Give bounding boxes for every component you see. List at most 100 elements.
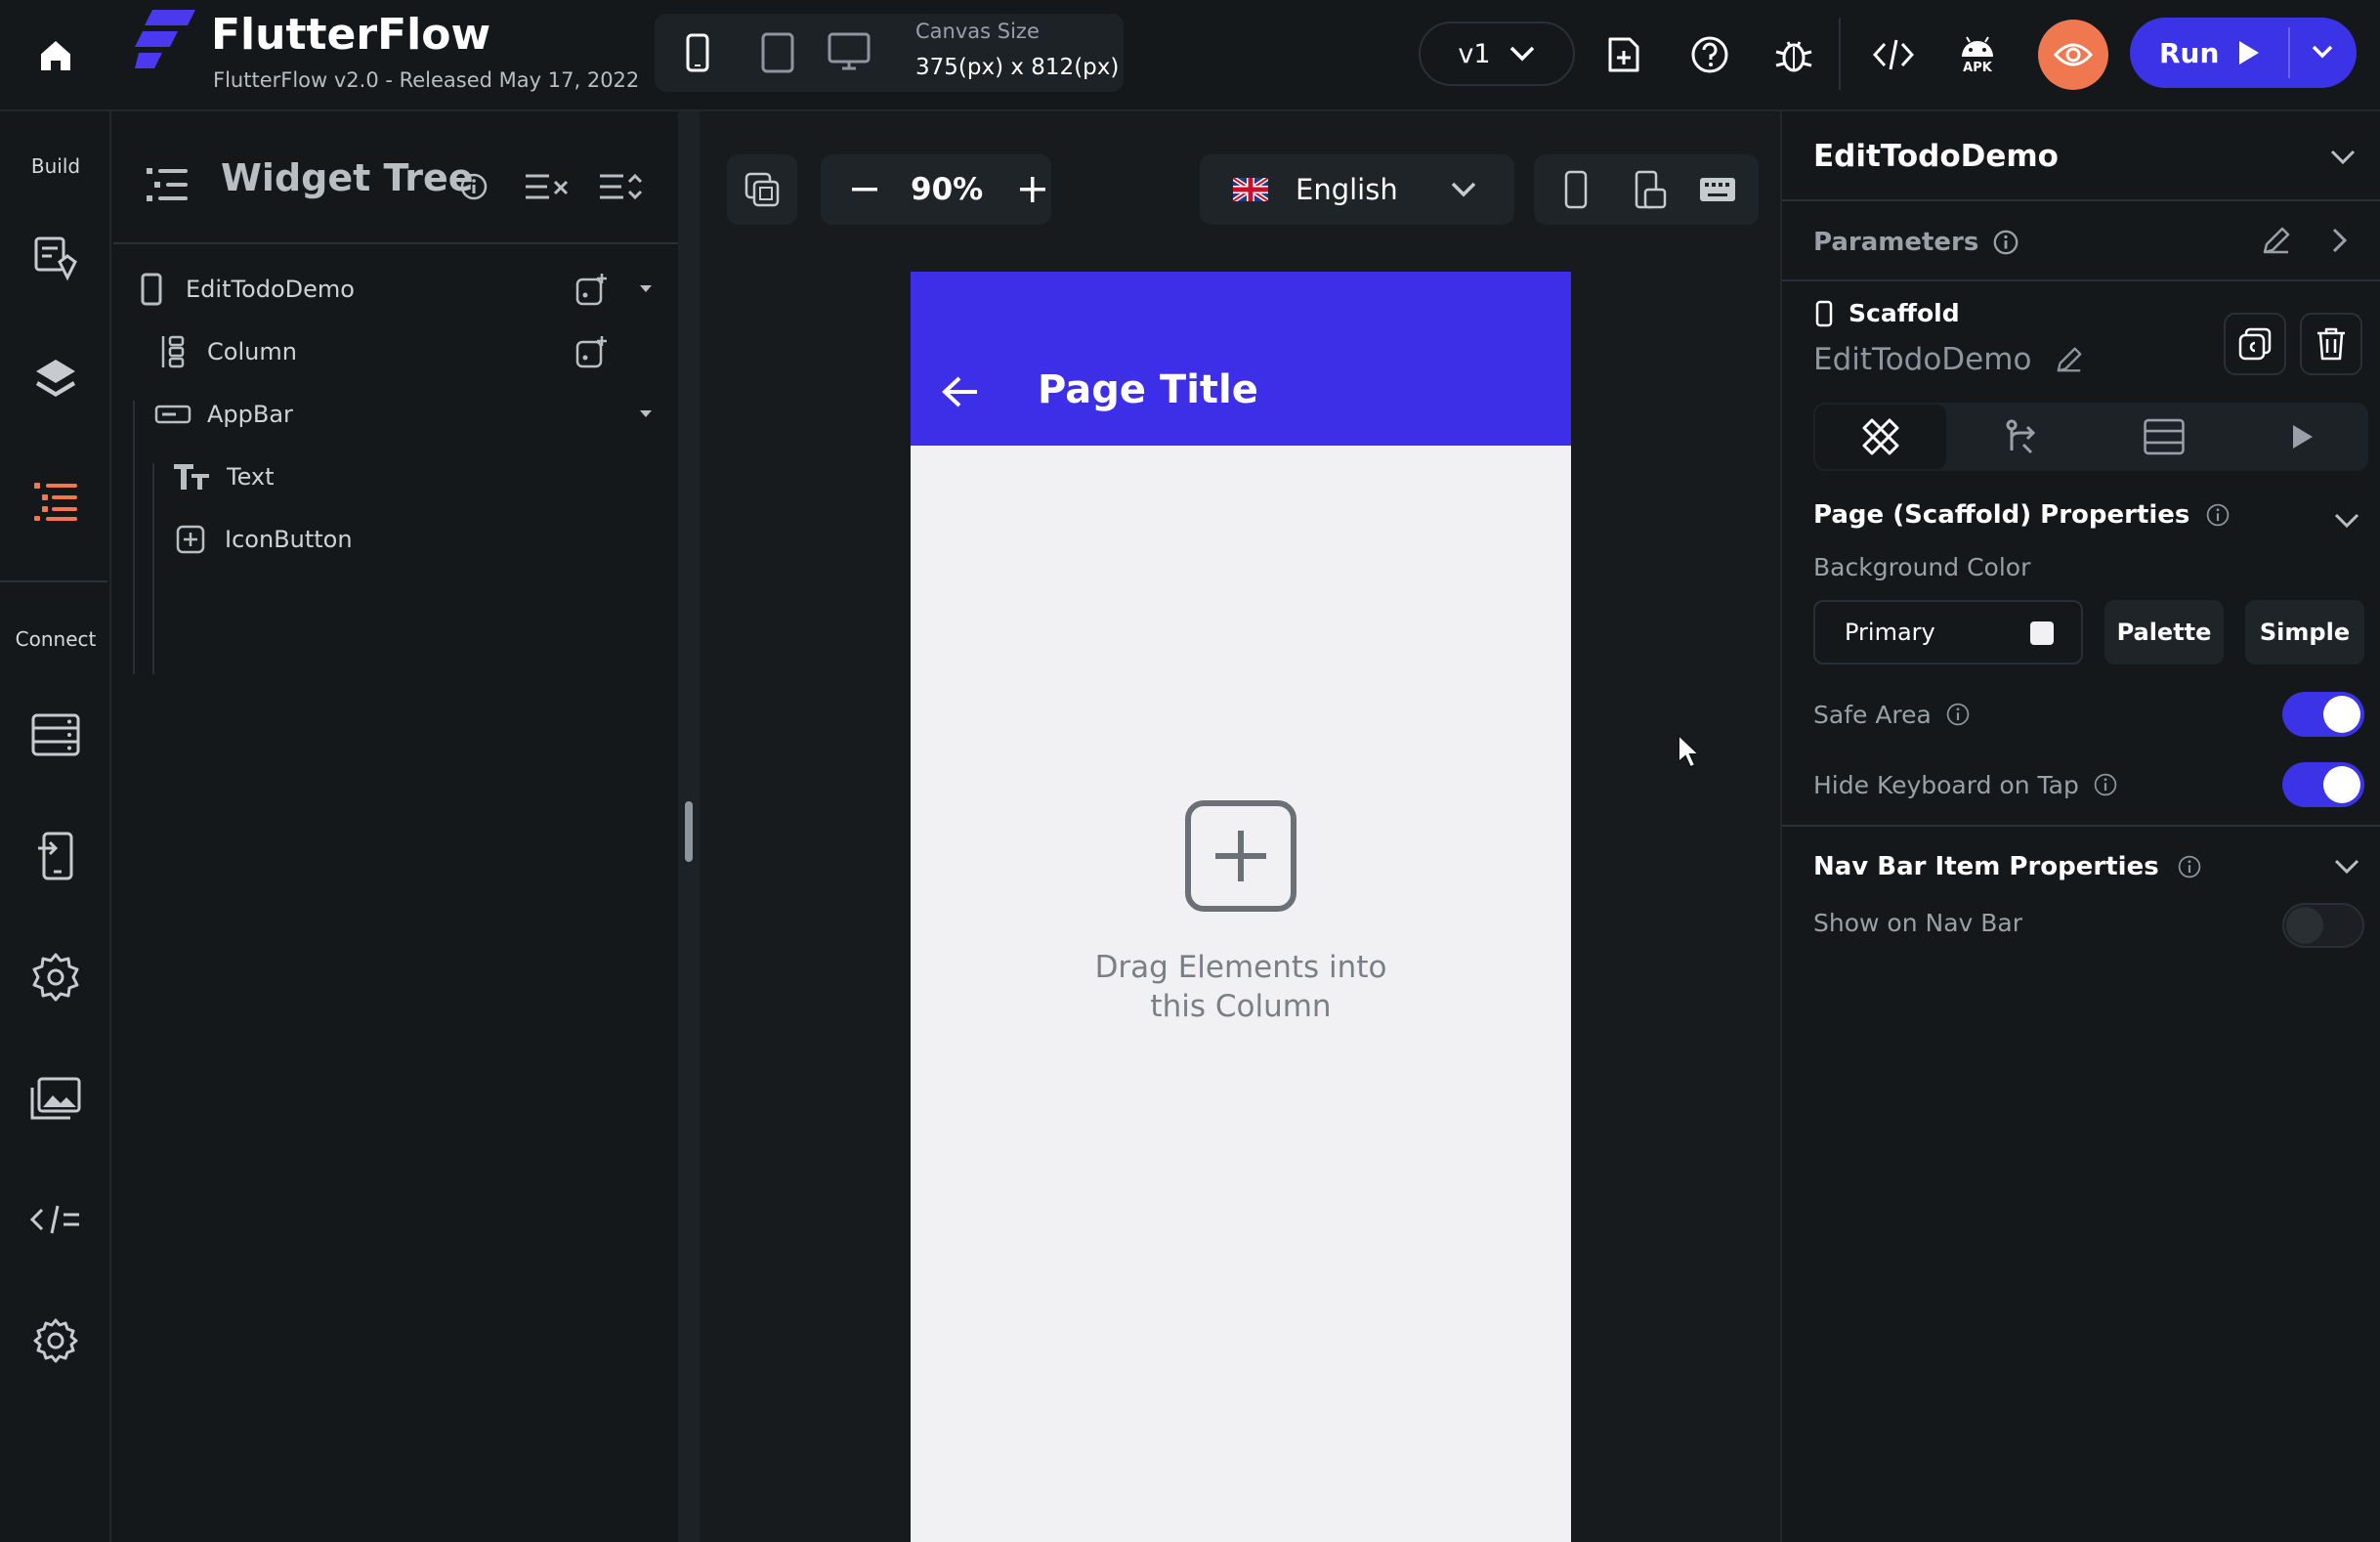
column-icon — [161, 335, 185, 368]
toggle-knob — [2323, 696, 2360, 733]
expand-all-button[interactable] — [598, 170, 643, 203]
edit-icon[interactable] — [2055, 345, 2084, 374]
info-icon[interactable] — [459, 172, 489, 201]
zoom-in-icon[interactable] — [1020, 177, 1046, 202]
version-dropdown[interactable]: v1 — [1419, 21, 1575, 86]
layers-icon — [36, 360, 75, 397]
phone-icon — [141, 273, 162, 306]
custom-code-button[interactable] — [0, 1180, 111, 1259]
add-box-icon — [1185, 800, 1296, 912]
fit-canvas-button[interactable] — [727, 154, 797, 225]
widget-type-row: Scaffold — [1815, 299, 1960, 327]
caret-down-icon[interactable] — [639, 284, 653, 294]
tree-node-label: IconButton — [225, 526, 353, 553]
duplicate-widget-button[interactable] — [2224, 313, 2286, 375]
desktop-device-icon[interactable] — [827, 31, 871, 72]
chevron-down-icon[interactable] — [2329, 149, 2357, 166]
run-button[interactable]: Run — [2130, 18, 2357, 88]
tree-node-label: Column — [207, 338, 297, 365]
language-dropdown[interactable]: English — [1200, 154, 1514, 225]
tree-node-column[interactable]: Column — [160, 321, 678, 383]
divider — [1782, 279, 2380, 281]
zoom-out-icon[interactable] — [852, 188, 877, 192]
gear-puzzle-icon — [32, 953, 79, 1002]
settings-button[interactable] — [0, 1302, 111, 1380]
tree-node-text[interactable]: Text — [174, 446, 678, 508]
tree-node-iconbutton[interactable]: IconButton — [176, 508, 678, 571]
tree-list-icon — [34, 483, 77, 521]
phone-landscape-icon[interactable] — [1634, 170, 1667, 209]
safe-area-label: Safe Area — [1813, 700, 1932, 729]
widget-type-label: Scaffold — [1849, 299, 1960, 327]
app-name: FlutterFlow — [211, 10, 491, 60]
chevron-right-icon[interactable] — [2331, 227, 2349, 254]
theme-button[interactable] — [0, 219, 111, 297]
hide-keyboard-toggle[interactable] — [2282, 762, 2364, 807]
back-arrow-icon[interactable] — [940, 375, 979, 408]
column-drop-zone[interactable]: Drag Elements into this Column — [911, 799, 1571, 1026]
add-page-button[interactable] — [1594, 25, 1653, 84]
caret-down-icon[interactable] — [639, 409, 653, 419]
delete-widget-button[interactable] — [2300, 313, 2362, 375]
show-nav-toggle[interactable] — [2282, 903, 2364, 948]
hide-keyboard-row: Hide Keyboard on Tap — [1813, 762, 2118, 807]
toggle-knob — [2323, 766, 2360, 803]
keyboard-icon[interactable] — [1698, 176, 1737, 203]
preview-button[interactable] — [2038, 20, 2108, 90]
integrations-button[interactable] — [0, 938, 111, 1016]
app-state-button[interactable] — [0, 817, 111, 895]
tab-actions[interactable] — [1958, 405, 2089, 469]
parameters-row[interactable]: Parameters — [1813, 221, 2019, 264]
tab-animations[interactable] — [2237, 405, 2368, 469]
page-name-heading: EditTodoDemo — [1813, 139, 2059, 174]
add-widget-icon[interactable] — [574, 272, 610, 307]
trash-icon — [2317, 327, 2345, 361]
tree-guide-line — [133, 401, 135, 674]
layers-button[interactable] — [0, 340, 111, 418]
divider — [1782, 825, 2380, 827]
phone-portrait-icon[interactable] — [1563, 170, 1589, 209]
phone-device-icon[interactable] — [684, 33, 711, 72]
tree-list-icon — [147, 164, 190, 205]
chevron-down-icon[interactable] — [2312, 45, 2333, 59]
collapse-all-button[interactable] — [524, 170, 569, 203]
show-nav-label: Show on Nav Bar — [1813, 909, 2023, 937]
page-properties-header[interactable]: Page (Scaffold) Properties — [1813, 500, 2231, 530]
safe-area-toggle[interactable] — [2282, 692, 2364, 737]
palette-button[interactable]: Palette — [2104, 600, 2224, 664]
page-title[interactable]: Page Title — [1038, 367, 1258, 412]
nav-bar-properties-header[interactable]: Nav Bar Item Properties — [1813, 844, 2202, 889]
safe-area-row: Safe Area — [1813, 692, 1971, 737]
panel-resize-handle[interactable] — [685, 801, 693, 862]
tab-properties[interactable] — [1815, 405, 1946, 469]
tree-guide-line — [152, 463, 154, 674]
app-version-subtitle: FlutterFlow v2.0 - Released May 17, 2022 — [213, 68, 640, 92]
widget-name-row[interactable]: EditTodoDemo — [1813, 342, 2084, 377]
simple-button[interactable]: Simple — [2245, 600, 2364, 664]
custom-code-icon — [30, 1205, 79, 1234]
tree-node-edittododemo[interactable]: EditTodoDemo — [141, 258, 678, 321]
database-icon — [2144, 418, 2185, 455]
firestore-button[interactable] — [0, 696, 111, 774]
edit-icon[interactable] — [2261, 225, 2292, 256]
download-apk-button[interactable]: APK — [1948, 25, 2007, 84]
chevron-down-icon[interactable] — [2333, 512, 2360, 530]
tablet-device-icon[interactable] — [760, 31, 795, 74]
widget-tree-button[interactable] — [0, 461, 111, 539]
home-icon — [41, 41, 70, 70]
media-assets-button[interactable] — [0, 1059, 111, 1137]
help-button[interactable] — [1680, 25, 1739, 84]
expand-list-icon — [600, 173, 643, 200]
help-icon — [1691, 36, 1728, 73]
language-label: English — [1296, 173, 1398, 206]
tab-backend-query[interactable] — [2099, 405, 2230, 469]
view-code-button[interactable] — [1864, 25, 1923, 84]
tree-node-appbar[interactable]: AppBar — [154, 383, 678, 446]
add-widget-icon[interactable] — [574, 334, 610, 369]
debug-button[interactable] — [1764, 25, 1823, 84]
device-selector — [655, 14, 1124, 92]
bg-color-picker[interactable]: Primary — [1813, 600, 2083, 664]
chevron-down-icon[interactable] — [2333, 858, 2360, 876]
home-button[interactable] — [0, 0, 111, 111]
app-bar[interactable]: Page Title — [911, 272, 1571, 446]
